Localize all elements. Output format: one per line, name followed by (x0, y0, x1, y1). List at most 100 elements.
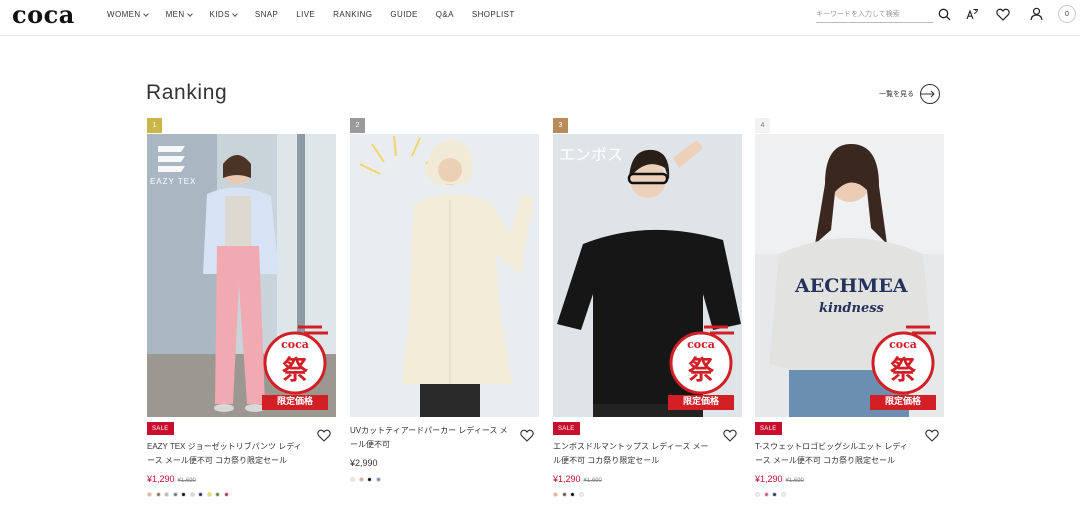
cart-count: 0 (1065, 10, 1069, 18)
price-row: ¥1,290 ¥1,690 (553, 474, 602, 484)
svg-text:coca: coca (281, 338, 309, 351)
color-swatch[interactable] (755, 492, 760, 497)
cart-button[interactable]: 0 (1058, 5, 1076, 23)
color-swatches (755, 492, 786, 497)
product-price: ¥1,290 (553, 474, 581, 484)
nav-item-men[interactable]: MEN (165, 10, 193, 19)
rank-badge: 4 (755, 118, 770, 133)
nav-item-kids[interactable]: KIDS (209, 10, 238, 19)
sale-badge: SALE (553, 422, 580, 435)
nav-item-label: GUIDE (390, 10, 418, 19)
svg-text:祭: 祭 (687, 356, 715, 386)
color-swatches (147, 492, 229, 497)
nav-item-label: KIDS (209, 10, 230, 19)
nav-item-label: SNAP (254, 10, 279, 19)
color-swatch[interactable] (780, 492, 786, 497)
color-swatch[interactable] (763, 492, 769, 497)
site-header: coca WOMEN MEN KIDS SNAP LIVE RANKING GUIDE Q&A… (0, 0, 1080, 36)
color-swatch[interactable] (223, 492, 229, 497)
rank-badge: 3 (553, 118, 568, 133)
price-row: ¥2,990 (350, 458, 378, 468)
color-swatch[interactable] (358, 477, 364, 482)
stamp-label: 限定価格 (884, 397, 921, 407)
nav-item-label: LIVE (296, 10, 316, 19)
color-swatch[interactable] (570, 492, 575, 497)
festival-stamp: coca 祭 限定価格 (666, 325, 736, 411)
color-swatch[interactable] (206, 492, 212, 497)
product-name[interactable]: エンボスドルマントップス レディース メール便不可 コカ祭り限定セール (553, 440, 713, 468)
original-price: ¥1,690 (177, 478, 196, 484)
product-price: ¥1,290 (755, 474, 783, 484)
section-title: Ranking (146, 81, 228, 104)
view-all-label: 一覧を見る (879, 91, 914, 98)
product-image[interactable]: EAZY TEX coca 祭 限定価格 (147, 134, 336, 417)
arrow-right-icon (920, 84, 940, 104)
color-swatches (553, 492, 584, 497)
stamp-label: 限定価格 (682, 397, 719, 407)
svg-text:coca: coca (687, 338, 715, 351)
chevron-down-icon (186, 10, 193, 17)
nav-item-label: SHOPLIST (471, 10, 515, 19)
nav-item-label: Q&A (435, 10, 454, 19)
nav-item-shoplist[interactable]: SHOPLIST (472, 10, 515, 19)
nav-item-women[interactable]: WOMEN (107, 10, 149, 19)
nav-item-guide[interactable]: GUIDE (390, 10, 417, 19)
product-name[interactable]: T-スウェットロゴビッグシルエット レディース メール便不可 コカ祭り限定セール (755, 440, 915, 468)
color-swatch[interactable] (181, 492, 186, 497)
site-logo[interactable]: coca (12, 0, 75, 29)
sweat-logo-text-1: AECHMEA (794, 275, 908, 297)
product-price: ¥2,990 (350, 458, 378, 468)
color-swatch[interactable] (198, 492, 203, 497)
nav-item-label: MEN (165, 10, 185, 19)
color-swatches (350, 477, 381, 482)
brand-overlay-text: EAZY TEX (150, 177, 196, 186)
nav-item-live[interactable]: LIVE (296, 10, 315, 19)
heart-icon[interactable] (995, 6, 1011, 22)
nav-item-ranking[interactable]: RANKING (333, 10, 372, 19)
user-icon[interactable] (1028, 6, 1044, 22)
svg-text:coca: coca (889, 338, 917, 351)
sale-badge: SALE (147, 422, 174, 435)
rank-badge: 1 (147, 118, 162, 133)
color-swatch[interactable] (189, 492, 195, 497)
favorite-heart-icon[interactable] (317, 429, 331, 442)
color-swatch[interactable] (375, 477, 381, 482)
translate-icon[interactable] (964, 6, 980, 22)
search-icon[interactable] (936, 6, 952, 22)
svg-text:祭: 祭 (281, 356, 309, 386)
color-swatch[interactable] (553, 492, 558, 497)
price-row: ¥1,290 ¥1,690 (147, 474, 196, 484)
color-swatch[interactable] (367, 477, 372, 482)
product-name[interactable]: EAZY TEX ジョーゼットリブパンツ レディース メール便不可 コカ祭り限定… (147, 440, 307, 468)
view-all-link[interactable]: 一覧を見る (879, 84, 940, 104)
original-price: ¥1,690 (785, 478, 804, 484)
color-swatch[interactable] (147, 492, 152, 497)
chevron-down-icon (231, 10, 238, 17)
nav-item-label: RANKING (333, 10, 373, 19)
original-price: ¥1,690 (583, 478, 602, 484)
product-image[interactable]: AECHMEA kindness coca 祭 限定価格 (755, 134, 944, 417)
product-name[interactable]: UVカットティアードパーカー レディース メール便不可 (350, 424, 510, 452)
color-swatch[interactable] (350, 477, 355, 482)
favorite-heart-icon[interactable] (520, 429, 534, 442)
favorite-heart-icon[interactable] (723, 429, 737, 442)
color-swatch[interactable] (164, 492, 169, 497)
color-swatch[interactable] (578, 492, 584, 497)
svg-text:祭: 祭 (889, 356, 917, 386)
chevron-down-icon (142, 10, 149, 17)
color-swatch[interactable] (155, 492, 161, 497)
overlay-text: エンボス (559, 145, 623, 164)
nav-item-q-a[interactable]: Q&A (436, 10, 454, 19)
festival-stamp: coca 祭 限定価格 (260, 325, 330, 411)
color-swatch[interactable] (772, 492, 777, 497)
product-image[interactable]: エンボス coca 祭 限定価格 (553, 134, 742, 417)
nav-item-snap[interactable]: SNAP (255, 10, 278, 19)
color-swatch[interactable] (561, 492, 567, 497)
favorite-heart-icon[interactable] (925, 429, 939, 442)
product-image[interactable] (350, 134, 539, 417)
color-swatch[interactable] (215, 492, 220, 497)
search-input[interactable] (816, 7, 933, 23)
sale-badge: SALE (755, 422, 782, 435)
main-nav: WOMEN MEN KIDS SNAP LIVE RANKING GUIDE Q&A SHOPL… (107, 10, 533, 19)
color-swatch[interactable] (172, 492, 178, 497)
